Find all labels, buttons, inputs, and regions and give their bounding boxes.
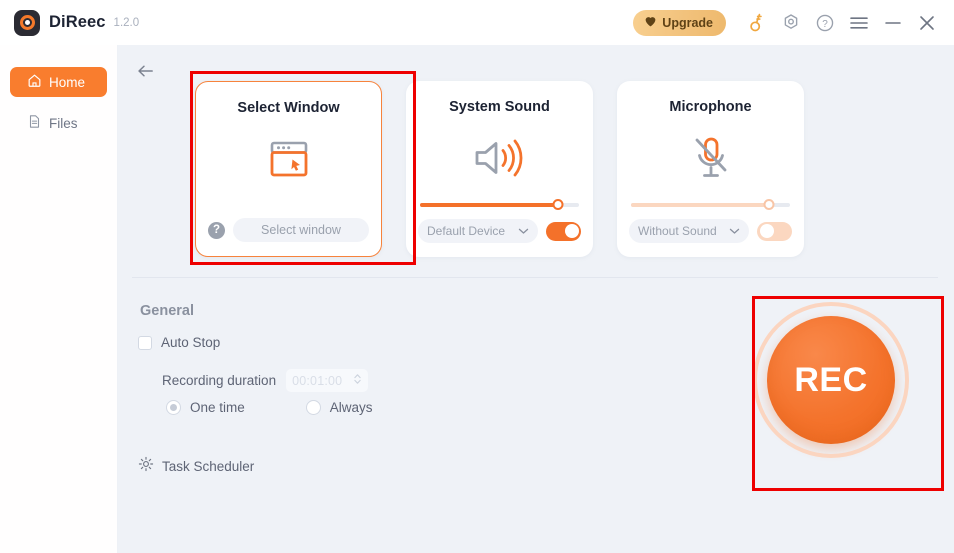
gear-icon bbox=[138, 456, 154, 477]
window-select-icon bbox=[196, 126, 381, 192]
recording-duration-value: 00:01:00 bbox=[292, 373, 343, 388]
back-arrow-icon[interactable] bbox=[132, 58, 158, 84]
microphone-device-label: Without Sound bbox=[638, 224, 717, 238]
direec-window: DiReec 1.2.0 Upgrade ? Home Files Select… bbox=[0, 0, 954, 553]
auto-stop-label: Auto Stop bbox=[161, 335, 221, 350]
section-divider bbox=[132, 277, 938, 278]
help-icon[interactable]: ? bbox=[208, 221, 225, 239]
radio-one-time[interactable] bbox=[166, 400, 181, 415]
home-icon bbox=[27, 73, 42, 91]
task-scheduler-row[interactable]: Task Scheduler bbox=[138, 456, 254, 477]
slider-fill bbox=[420, 203, 559, 207]
slider-knob[interactable] bbox=[552, 199, 564, 210]
record-button-ring bbox=[753, 302, 909, 458]
chevron-down-icon bbox=[518, 224, 529, 238]
record-button[interactable]: REC bbox=[751, 300, 911, 460]
app-name: DiReec bbox=[49, 13, 106, 31]
app-logo-icon bbox=[14, 9, 40, 36]
radio-group-repeat: One time Always bbox=[166, 400, 373, 415]
main-content: Select Window ? Select window System Sou… bbox=[118, 45, 954, 553]
slider-knob[interactable] bbox=[763, 199, 775, 210]
app-brand: DiReec 1.2.0 bbox=[14, 9, 140, 36]
card-system-sound[interactable]: System Sound Default Device bbox=[406, 81, 593, 257]
heart-icon bbox=[644, 15, 657, 30]
card-system-sound-title: System Sound bbox=[449, 99, 550, 115]
card-select-window-actions: ? Select window bbox=[208, 218, 369, 242]
microphone-slider[interactable] bbox=[631, 199, 790, 210]
app-version: 1.2.0 bbox=[113, 16, 140, 29]
card-system-sound-actions: Default Device bbox=[418, 219, 581, 243]
auto-stop-checkbox[interactable] bbox=[138, 335, 152, 350]
hex-nut-icon[interactable] bbox=[774, 6, 808, 40]
general-section-title: General bbox=[140, 303, 194, 319]
microphone-device-select[interactable]: Without Sound bbox=[629, 219, 749, 243]
task-scheduler-label: Task Scheduler bbox=[162, 459, 255, 474]
sidebar-item-files-label: Files bbox=[49, 115, 78, 131]
system-sound-toggle[interactable] bbox=[546, 221, 581, 241]
sidebar-item-files[interactable]: Files bbox=[10, 108, 107, 138]
recording-duration-stepper[interactable]: 00:01:00 bbox=[286, 369, 369, 392]
radio-one-time-label: One time bbox=[190, 400, 245, 415]
minimize-icon[interactable] bbox=[876, 6, 910, 40]
sidebar: Home Files bbox=[0, 45, 118, 553]
recording-duration-label: Recording duration bbox=[162, 373, 277, 388]
sidebar-item-home-label: Home bbox=[49, 74, 86, 90]
auto-stop-row: Auto Stop bbox=[138, 335, 220, 350]
help-circle-icon[interactable]: ? bbox=[808, 6, 842, 40]
card-microphone-actions: Without Sound bbox=[629, 219, 792, 243]
card-select-window[interactable]: Select Window ? Select window bbox=[195, 81, 382, 257]
radio-always-label: Always bbox=[329, 400, 373, 415]
sidebar-item-home[interactable]: Home bbox=[10, 67, 107, 97]
chevron-down-icon bbox=[729, 224, 740, 238]
titlebar-controls: Upgrade ? bbox=[633, 0, 944, 45]
file-icon bbox=[27, 114, 42, 132]
title-bar: DiReec 1.2.0 Upgrade ? bbox=[0, 0, 954, 45]
radio-always[interactable] bbox=[305, 400, 321, 415]
menu-icon[interactable] bbox=[842, 6, 876, 40]
system-sound-device-label: Default Device bbox=[427, 224, 506, 238]
key-icon[interactable] bbox=[740, 6, 774, 40]
card-microphone-title: Microphone bbox=[669, 99, 752, 115]
microphone-toggle[interactable] bbox=[757, 221, 792, 241]
microphone-muted-icon bbox=[617, 125, 804, 191]
system-sound-slider[interactable] bbox=[420, 199, 579, 210]
card-select-window-title: Select Window bbox=[237, 100, 340, 116]
speaker-waves-icon bbox=[406, 125, 593, 191]
upgrade-label: Upgrade bbox=[662, 15, 713, 30]
up-down-chevron-icon[interactable] bbox=[353, 372, 362, 389]
source-cards: Select Window ? Select window System Sou… bbox=[195, 81, 804, 257]
system-sound-device-select[interactable]: Default Device bbox=[418, 219, 538, 243]
slider-fill bbox=[631, 203, 770, 207]
card-microphone[interactable]: Microphone Without Sound bbox=[617, 81, 804, 257]
upgrade-button[interactable]: Upgrade bbox=[633, 9, 726, 36]
select-window-button[interactable]: Select window bbox=[233, 218, 369, 242]
svg-text:?: ? bbox=[822, 18, 828, 29]
close-icon[interactable] bbox=[910, 6, 944, 40]
recording-duration-row: Recording duration 00:01:00 bbox=[162, 369, 369, 392]
